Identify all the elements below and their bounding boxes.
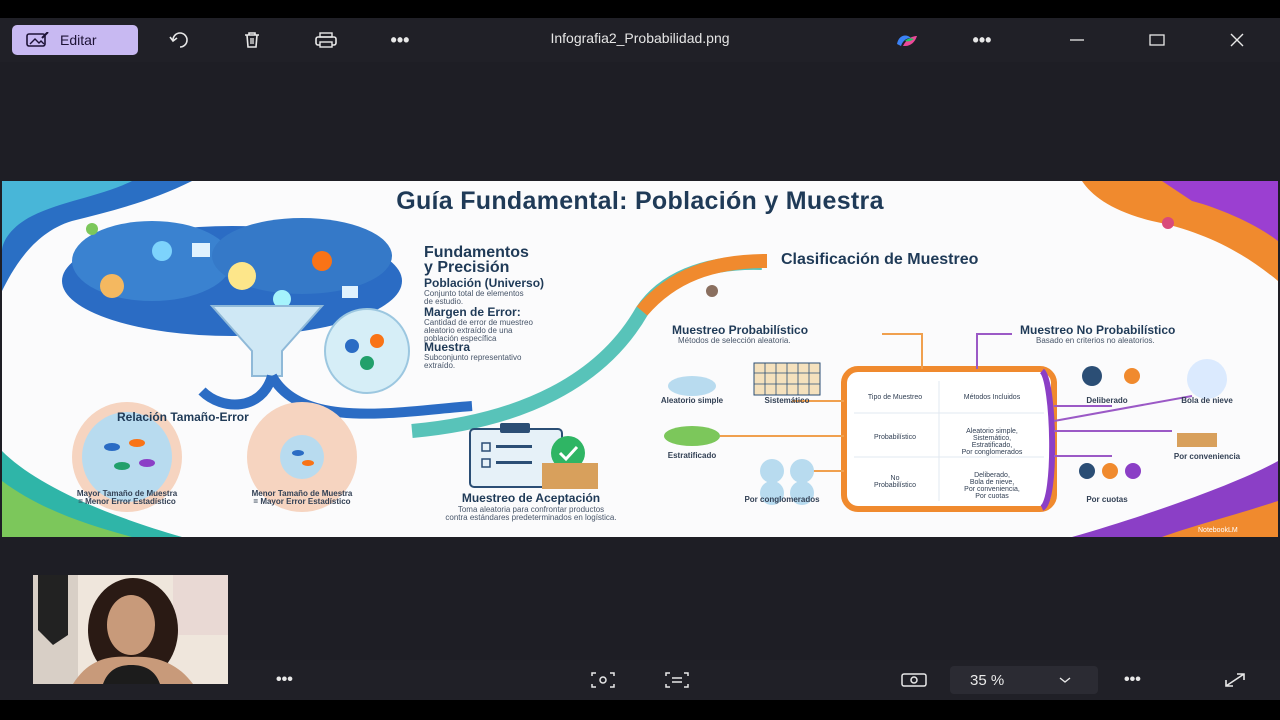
photos-app-window: Editar ••• Infografia2_Probabilidad.png … [0, 0, 1280, 720]
webcam-person-image [33, 575, 228, 684]
table-r2-m4: Por cuotas [975, 493, 1009, 500]
bola-label: Bola de nieve [1181, 396, 1233, 405]
cuotas-label: Por cuotas [1086, 495, 1128, 504]
table-header-type: Tipo de Muestreo [867, 394, 923, 401]
muestra-title: Muestra [424, 340, 471, 354]
aceptacion-desc-2: contra estándares predeterminados en log… [445, 513, 617, 522]
mayor-label-2: = Menor Error Estadístico [78, 497, 176, 506]
copilot-icon[interactable] [893, 28, 921, 52]
prob-title: Muestreo Probabilístico [672, 323, 809, 337]
infographic-decor [2, 181, 1278, 537]
fundamentos-title-2: y Precisión [424, 259, 510, 276]
noprob-title: Muestreo No Probabilístico [1020, 323, 1176, 337]
estratificado-label: Estratificado [667, 451, 717, 460]
edit-image-icon [26, 32, 49, 47]
noprob-desc: Basado en criterios no aleatorios. [1036, 336, 1155, 345]
maximize-button[interactable] [1143, 28, 1171, 52]
more-bottom-right-button[interactable]: ••• [1124, 668, 1141, 692]
conglomerados-label: Por conglomerados [744, 495, 820, 504]
table-r1-m4: Por conglomerados [961, 449, 1023, 456]
chevron-down-icon [1059, 677, 1071, 683]
muestra-desc-2: extraído. [424, 361, 456, 370]
print-icon[interactable] [312, 28, 340, 52]
top-strip [0, 0, 1280, 18]
infographic-title: Guía Fundamental: Población y Muestra [396, 187, 884, 215]
poblacion-title: Población (Universo) [424, 276, 545, 290]
zoom-select[interactable]: 35 % [950, 666, 1098, 694]
edit-label: Editar [60, 32, 97, 48]
clasificacion-title: Clasificación de Muestreo [781, 251, 979, 268]
fullscreen-icon[interactable] [1222, 668, 1248, 692]
menor-label-2: = Mayor Error Estadístico [253, 497, 351, 506]
aleatorio-label: Aleatorio simple [660, 396, 724, 405]
title-bar: Editar ••• Infografia2_Probabilidad.png … [0, 18, 1280, 62]
fundamentos-title-1: Fundamentos [424, 244, 529, 261]
more-options-button-2[interactable]: ••• [968, 28, 996, 52]
conveniencia-label: Por conveniencia [1173, 452, 1241, 461]
text-extract-icon[interactable] [664, 668, 690, 692]
bottom-strip [0, 700, 1280, 720]
more-options-button[interactable]: ••• [386, 28, 414, 52]
zoom-value: 35 % [970, 671, 1005, 689]
sistematico-label: Sistemático [764, 396, 810, 405]
prob-desc: Métodos de selección aleatoria. [678, 336, 791, 345]
margen-title: Margen de Error: [424, 305, 521, 319]
table-r1-type: Probabilístico [873, 434, 917, 441]
minimize-button[interactable] [1063, 28, 1091, 52]
more-bottom-left-button[interactable]: ••• [276, 668, 293, 692]
relacion-title: Relación Tamaño-Error [117, 410, 249, 424]
delete-icon[interactable] [238, 28, 266, 52]
webcam-overlay [33, 575, 228, 684]
table-header-methods: Métodos Incluidos [963, 394, 1021, 401]
notebooklm-watermark: NotebookLM [1198, 527, 1238, 534]
aceptacion-title: Muestreo de Aceptación [461, 491, 601, 505]
table-r2-type-2: Probabilístico [873, 482, 917, 489]
file-name-title: Infografia2_Probabilidad.png [550, 30, 730, 46]
visual-search-icon[interactable] [590, 668, 616, 692]
rotate-icon[interactable] [166, 28, 194, 52]
slideshow-icon[interactable] [900, 668, 928, 692]
edit-button[interactable]: Editar [12, 25, 138, 55]
deliberado-label: Deliberado [1086, 396, 1128, 405]
infographic-image[interactable]: Guía Fundamental: Población y Muestra Fu… [2, 181, 1278, 537]
close-button[interactable] [1223, 28, 1251, 52]
